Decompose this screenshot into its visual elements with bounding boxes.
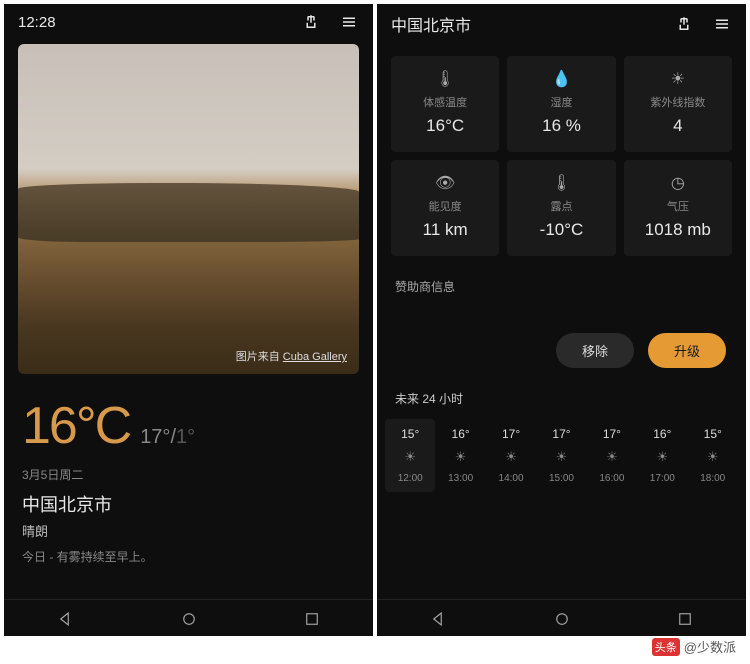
detail-label: 气压 bbox=[667, 198, 689, 214]
detail-label: 体感温度 bbox=[423, 94, 467, 110]
sun-icon: ☀ bbox=[606, 449, 618, 465]
sun-icon: ☀ bbox=[404, 449, 416, 465]
sun-icon: ☀ bbox=[556, 449, 568, 465]
sponsor-label: 赞助商信息 bbox=[377, 268, 746, 299]
temperature-main: 16°C bbox=[22, 396, 130, 456]
hour-temp: 17° bbox=[603, 427, 621, 441]
hour-time: 14:00 bbox=[499, 473, 524, 484]
hour-time: 17:00 bbox=[650, 473, 675, 484]
eye-icon: 👁 bbox=[435, 174, 455, 192]
temperature-hilo: 17°/1° bbox=[140, 426, 195, 449]
weather-photo: 图片来自 Cuba Gallery bbox=[18, 44, 359, 374]
remove-button[interactable]: 移除 bbox=[556, 333, 634, 368]
detail-card: 🌡 露点 -10°C bbox=[507, 160, 615, 256]
hour-cell[interactable]: 15° ☀ 18:00 bbox=[688, 419, 738, 492]
forecast-note: 今日 - 有雾持续至早上。 bbox=[4, 542, 373, 571]
hour-temp: 16° bbox=[452, 427, 470, 441]
sun-icon: ☀ bbox=[671, 70, 685, 88]
nav-back-icon[interactable] bbox=[430, 610, 448, 628]
hour-temp: 15° bbox=[401, 427, 419, 441]
hourly-forecast[interactable]: 15° ☀ 12:00 16° ☀ 13:00 17° ☀ 14:00 17° ☀ 15:00 17° ☀… bbox=[377, 413, 746, 500]
sun-icon: ☀ bbox=[455, 449, 467, 465]
phone-left: 12:28 图片来自 Cuba Gallery 16°C 17°/1° 3月5日… bbox=[4, 4, 373, 636]
hour-temp: 15° bbox=[704, 427, 722, 441]
phone-right: 中国北京市 🌡 体感温度 16°C 💧 湿度 16 % ☀ 紫外线指数 4 👁 能见度 11 km 🌡 露… bbox=[377, 4, 746, 636]
nav-recent-icon[interactable] bbox=[676, 610, 694, 628]
watermark-badge: 头条 bbox=[652, 638, 680, 656]
header-city: 中国北京市 bbox=[391, 12, 471, 36]
hour-cell[interactable]: 17° ☀ 15:00 bbox=[536, 419, 586, 492]
date-label: 3月5日周二 bbox=[4, 464, 373, 485]
detail-card: ◷ 气压 1018 mb bbox=[624, 160, 732, 256]
hour-cell[interactable]: 17° ☀ 14:00 bbox=[486, 419, 536, 492]
hour-temp: 16° bbox=[653, 427, 671, 441]
city-label: 中国北京市 bbox=[4, 485, 373, 519]
detail-card: 🌡 体感温度 16°C bbox=[391, 56, 499, 152]
detail-label: 露点 bbox=[550, 198, 572, 214]
nav-home-icon[interactable] bbox=[180, 610, 198, 628]
hour-temp: 17° bbox=[552, 427, 570, 441]
hour-cell[interactable]: 16° ☀ 17:00 bbox=[637, 419, 687, 492]
watermark: 头条 @少数派 bbox=[652, 637, 736, 656]
photo-credit-link[interactable]: Cuba Gallery bbox=[283, 351, 347, 363]
upgrade-button[interactable]: 升级 bbox=[648, 333, 726, 368]
detail-value: 1018 mb bbox=[645, 220, 711, 240]
detail-grid: 🌡 体感温度 16°C 💧 湿度 16 % ☀ 紫外线指数 4 👁 能见度 11 km 🌡 露点 -10°C… bbox=[377, 44, 746, 268]
share-icon[interactable] bbox=[674, 14, 694, 34]
detail-value: 16°C bbox=[426, 116, 464, 136]
nav-home-icon[interactable] bbox=[553, 610, 571, 628]
sun-icon: ☀ bbox=[707, 449, 719, 465]
detail-value: -10°C bbox=[540, 220, 584, 240]
hour-cell[interactable]: 16° ☀ 13:00 bbox=[435, 419, 485, 492]
detail-card: 👁 能见度 11 km bbox=[391, 160, 499, 256]
hour-time: 18:00 bbox=[700, 473, 725, 484]
detail-label: 湿度 bbox=[550, 94, 572, 110]
hour-temp: 17° bbox=[502, 427, 520, 441]
hour-cell[interactable]: 15° ☀ 12:00 bbox=[385, 419, 435, 492]
detail-value: 16 % bbox=[542, 116, 581, 136]
clock: 12:28 bbox=[18, 14, 56, 31]
nav-back-icon[interactable] bbox=[57, 610, 75, 628]
thermometer-icon: 🌡 bbox=[435, 70, 455, 88]
detail-label: 紫外线指数 bbox=[650, 94, 705, 110]
menu-icon[interactable] bbox=[712, 14, 732, 34]
hour-time: 13:00 bbox=[448, 473, 473, 484]
android-nav-bar bbox=[377, 599, 746, 636]
dewpoint-icon: 🌡 bbox=[551, 174, 571, 192]
share-icon[interactable] bbox=[301, 12, 321, 32]
gauge-icon: ◷ bbox=[671, 174, 685, 192]
detail-value: 11 km bbox=[423, 220, 468, 240]
humidity-icon: 💧 bbox=[552, 70, 572, 88]
detail-card: 💧 湿度 16 % bbox=[507, 56, 615, 152]
detail-value: 4 bbox=[673, 116, 682, 136]
status-bar: 12:28 bbox=[4, 4, 373, 36]
sponsor-buttons: 移除 升级 bbox=[377, 299, 746, 380]
detail-card: ☀ 紫外线指数 4 bbox=[624, 56, 732, 152]
menu-icon[interactable] bbox=[339, 12, 359, 32]
nav-recent-icon[interactable] bbox=[303, 610, 321, 628]
next-24h-label: 未来 24 小时 bbox=[377, 380, 746, 413]
hour-time: 15:00 bbox=[549, 473, 574, 484]
sun-icon: ☀ bbox=[505, 449, 517, 465]
temperature-row: 16°C 17°/1° bbox=[4, 382, 373, 464]
watermark-text: @少数派 bbox=[684, 637, 736, 656]
header-bar: 中国北京市 bbox=[377, 4, 746, 44]
android-nav-bar bbox=[4, 599, 373, 636]
hour-time: 16:00 bbox=[599, 473, 624, 484]
hour-time: 12:00 bbox=[398, 473, 423, 484]
sun-icon: ☀ bbox=[656, 449, 668, 465]
photo-credit: 图片来自 Cuba Gallery bbox=[236, 348, 347, 364]
hour-cell[interactable]: 17° ☀ 16:00 bbox=[587, 419, 637, 492]
condition-label: 晴朗 bbox=[4, 519, 373, 542]
detail-label: 能见度 bbox=[429, 198, 462, 214]
